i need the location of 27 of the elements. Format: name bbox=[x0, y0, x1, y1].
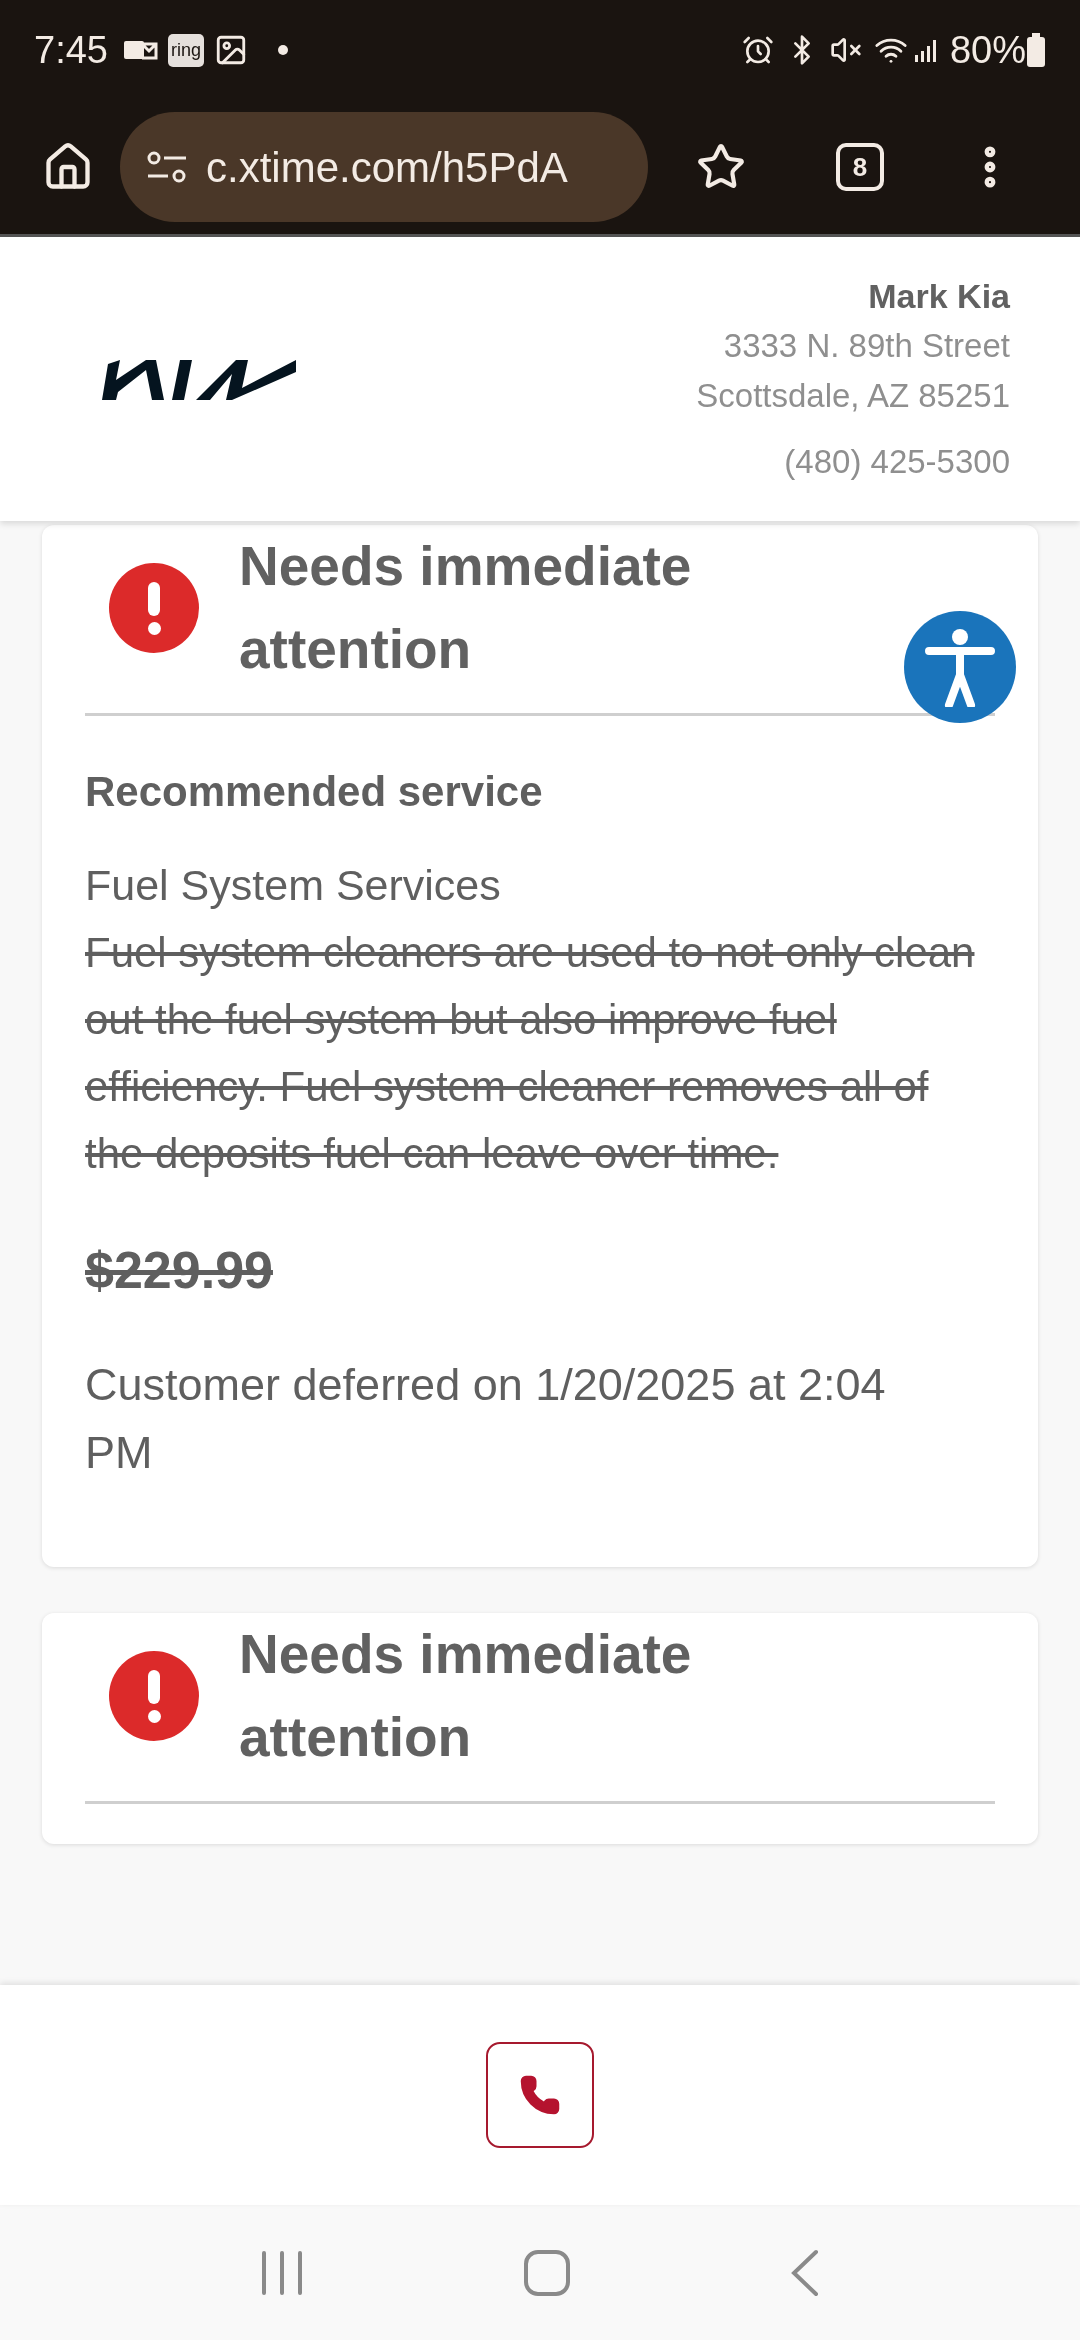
home-button-icon[interactable] bbox=[523, 2248, 571, 2297]
section-label: Recommended service bbox=[85, 767, 544, 817]
back-icon[interactable] bbox=[790, 2248, 821, 2297]
accessibility-icon bbox=[925, 627, 995, 707]
card-heading: Needs immediate attention bbox=[239, 534, 693, 682]
service-name: Fuel System Services bbox=[85, 860, 502, 911]
battery-level: 80% bbox=[949, 27, 1026, 73]
price: $229.99 bbox=[85, 1240, 274, 1301]
dealer-phone: (480) 425-5300 bbox=[784, 442, 1010, 482]
deferred-note: Customer deferred on 1/20/2025 at 2:04 PM bbox=[85, 1358, 887, 1480]
service-description: Fuel system cleaners are used to not only clean out the fuel system but also improve fuel efficiency. Fuel system cleaner removes all of the deposits fuel can leave over time. bbox=[85, 928, 976, 1179]
clock: 7:45 bbox=[34, 27, 108, 73]
alarm-icon bbox=[741, 34, 774, 66]
battery-icon bbox=[1026, 33, 1046, 67]
gallery-icon bbox=[214, 33, 248, 67]
dealer-address: 3333 N. 89th Street bbox=[723, 326, 1010, 366]
dealer-address: Scottsdale, AZ 85251 bbox=[696, 376, 1010, 416]
ring-badge: ring bbox=[167, 33, 204, 67]
phone-icon bbox=[519, 2074, 561, 2116]
call-button[interactable] bbox=[486, 2042, 594, 2148]
address-bar[interactable]: c.xtime.com/h5PdA bbox=[120, 112, 648, 222]
card-heading: Needs immediate attention bbox=[239, 1622, 693, 1770]
url-text: c.xtime.com/h5PdA bbox=[206, 142, 568, 193]
dealer-name: Mark Kia bbox=[868, 276, 1010, 317]
site-settings-icon bbox=[146, 150, 188, 184]
recent-apps-icon[interactable] bbox=[259, 2250, 304, 2295]
tab-count[interactable]: 8 bbox=[836, 143, 884, 191]
